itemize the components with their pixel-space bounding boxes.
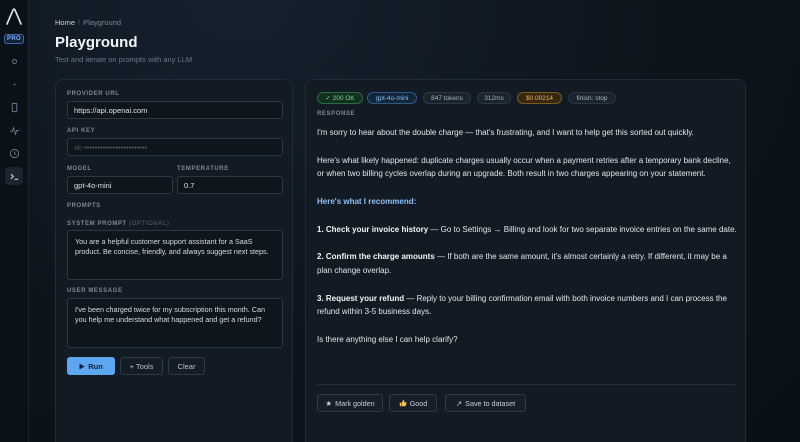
good-label: Good: [409, 398, 428, 408]
terminal-icon[interactable]: [5, 167, 23, 185]
response-paragraph: I'm sorry to hear about the double charg…: [317, 128, 694, 137]
temperature-label: TEMPERATURE: [177, 166, 229, 172]
user-message-label: USER MESSAGE: [67, 288, 123, 294]
response-heading: Here's what I recommend:: [317, 196, 417, 206]
good-button[interactable]: Good: [389, 394, 437, 412]
response-divider: [317, 384, 735, 385]
page-title: Playground: [55, 34, 138, 51]
save-to-dataset-label: Save to dataset: [465, 398, 516, 408]
response-closing: Is there anything else I can help clarif…: [317, 334, 458, 344]
model-input[interactable]: gpt-4o-mini: [67, 176, 173, 194]
page-subtitle: Test and iterate on prompts with any LLM: [55, 55, 193, 64]
save-to-dataset-button[interactable]: ↗ Save to dataset: [445, 394, 526, 412]
model-badge: gpt-4o-mini: [367, 92, 417, 104]
system-prompt-label-text: SYSTEM PROMPT: [67, 221, 127, 227]
tools-button[interactable]: + Tools: [120, 357, 163, 375]
activity-icon[interactable]: [5, 121, 23, 139]
sidebar: PRO: [0, 0, 29, 442]
clear-button[interactable]: Clear: [168, 357, 205, 375]
step-title: 3. Request your refund: [317, 293, 405, 303]
response-step-1: 1. Check your invoice history — Go to Se…: [317, 223, 737, 237]
arrow-up-right-icon: ↗: [455, 398, 463, 408]
breadcrumb-separator: /: [78, 18, 81, 27]
provider-url-input[interactable]: https://api.openai.com: [67, 101, 283, 119]
response-paragraph: Here's what likely happened: duplicate c…: [317, 155, 731, 179]
breadcrumb-home[interactable]: Home: [55, 18, 75, 27]
system-prompt-optional: (OPTIONAL): [129, 221, 170, 227]
api-key-input[interactable]: sk-••••••••••••••••••••••••: [67, 138, 283, 156]
mark-golden-label: Mark golden: [335, 398, 375, 408]
prompts-section-label: PROMPTS: [67, 203, 101, 209]
status-badge: ✓ 200 OK: [317, 92, 363, 104]
user-message-textarea[interactable]: I've been charged twice for my subscript…: [67, 298, 283, 348]
thumbs-up-icon: [399, 399, 407, 407]
dot-icon[interactable]: [5, 52, 23, 70]
logo-icon: [6, 8, 22, 25]
response-label: RESPONSE: [317, 111, 356, 117]
response-step-2: 2. Confirm the charge amounts — If both …: [317, 250, 737, 278]
finish-badge: finish: stop: [568, 92, 616, 104]
run-button-label: Run: [88, 361, 103, 371]
cost-badge: $0.00214: [517, 92, 562, 104]
pro-badge: PRO: [4, 34, 24, 44]
system-prompt-textarea[interactable]: You are a helpful customer support assis…: [67, 230, 283, 280]
play-icon: [79, 363, 85, 369]
mark-golden-button[interactable]: ★ Mark golden: [317, 394, 383, 412]
step-text: — Go to Settings → Billing and look for …: [428, 224, 737, 234]
small-dot-icon[interactable]: [5, 75, 23, 93]
response-panel: ✓ 200 OK gpt-4o-mini 847 tokens 312ms $0…: [305, 79, 746, 442]
breadcrumb: Home / Playground: [55, 18, 121, 27]
temperature-input[interactable]: 0.7: [177, 176, 283, 194]
breadcrumb-current: Playground: [83, 18, 122, 27]
provider-url-label: PROVIDER URL: [67, 91, 120, 97]
system-prompt-label: SYSTEM PROMPT (OPTIONAL): [67, 221, 169, 227]
run-button[interactable]: Run: [67, 357, 115, 375]
star-icon: ★: [325, 398, 333, 408]
step-title: 2. Confirm the charge amounts: [317, 252, 435, 262]
prompt-form-panel: PROVIDER URL https://api.openai.com API …: [55, 79, 293, 442]
step-title: 1. Check your invoice history: [317, 224, 429, 234]
response-step-3: 3. Request your refund — Reply to your b…: [317, 292, 737, 320]
response-body: I'm sorry to hear about the double charg…: [317, 126, 737, 361]
api-key-label: API KEY: [67, 128, 96, 134]
model-label: MODEL: [67, 166, 92, 172]
latency-badge: 312ms: [477, 92, 511, 104]
mobile-icon[interactable]: [5, 98, 23, 116]
tokens-badge: 847 tokens: [423, 92, 471, 104]
clock-icon[interactable]: [5, 144, 23, 162]
